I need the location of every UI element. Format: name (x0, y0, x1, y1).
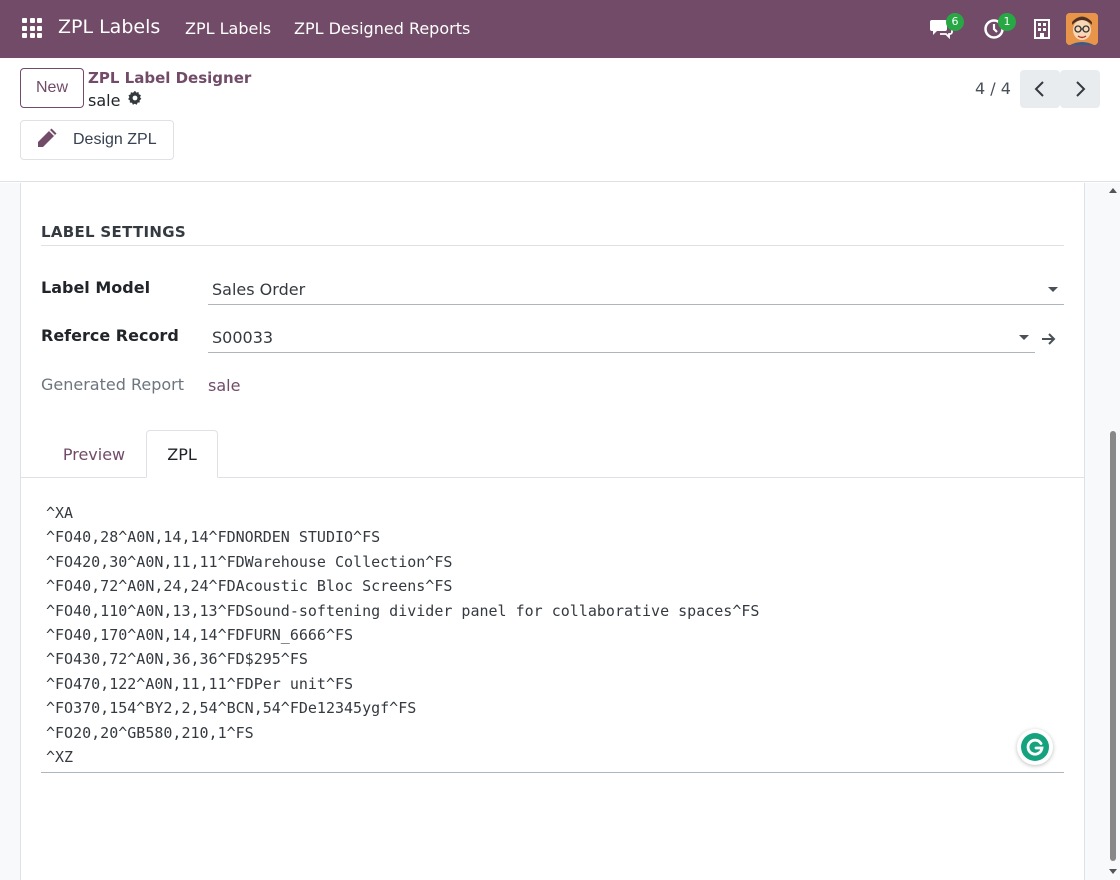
design-zpl-label: Design ZPL (73, 131, 157, 148)
reference-record-label: Referce Record (41, 326, 179, 345)
activities-badge: 1 (998, 13, 1016, 31)
breadcrumb-parent[interactable]: ZPL Label Designer (88, 69, 251, 87)
code-line: ^XZ (46, 748, 74, 766)
tab-zpl[interactable]: ZPL (146, 430, 218, 478)
reference-record-value: S00033 (212, 328, 274, 347)
top-navbar: ZPL Labels ZPL Labels ZPL Designed Repor… (0, 0, 1120, 58)
code-line: ^FO420,30^A0N,11,11^FDWarehouse Collecti… (46, 552, 453, 571)
code-line: ^FO20,20^GB580,210,1^FS (46, 723, 254, 742)
pager-value[interactable]: 4 / 4 (975, 79, 1011, 98)
generated-report-label: Generated Report (41, 375, 185, 394)
menu-zpl-labels[interactable]: ZPL Labels (185, 19, 271, 38)
reference-record-select[interactable]: S00033 (208, 323, 1035, 353)
label-model-value: Sales Order (212, 280, 306, 299)
code-line: ^FO370,154^BY2,2,54^BCN,54^FDe12345ygf^F… (46, 699, 417, 718)
design-zpl-button[interactable]: Design ZPL (20, 120, 174, 160)
label-model-select[interactable]: Sales Order (208, 275, 1064, 305)
code-line: ^FO40,72^A0N,24,24^FDAcoustic Bloc Scree… (46, 577, 453, 596)
chevron-left-icon (1034, 81, 1044, 97)
zpl-code-editor[interactable]: ^XA ^FO40,28^A0N,14,14^FDNORDEN STUDIO^F… (41, 501, 1064, 773)
scroll-up-icon[interactable] (1106, 185, 1120, 195)
code-line: ^XA (46, 504, 74, 522)
tab-preview[interactable]: Preview (42, 430, 146, 478)
dropdown-caret-icon[interactable] (1048, 287, 1058, 292)
scroll-thumb[interactable] (1110, 431, 1116, 861)
scroll-down-icon[interactable] (1106, 867, 1120, 877)
user-avatar[interactable] (1066, 13, 1098, 45)
form-content: LABEL SETTINGS Label Model Sales Order R… (0, 183, 1120, 880)
generated-report-link[interactable]: sale (208, 376, 240, 395)
scrollbar[interactable] (1106, 183, 1120, 880)
pager-previous-button[interactable] (1020, 70, 1060, 108)
label-model-label: Label Model (41, 278, 151, 297)
code-line: ^FO40,28^A0N,14,14^FDNORDEN STUDIO^FS (46, 528, 381, 547)
breadcrumb-current: sale (88, 90, 143, 110)
new-button[interactable]: New (20, 68, 84, 108)
code-line: ^FO430,72^A0N,36,36^FD$295^FS (46, 650, 308, 669)
code-line: ^FO470,122^A0N,11,11^FDPer unit^FS (46, 674, 354, 693)
dropdown-caret-icon[interactable] (1019, 335, 1029, 340)
messages-badge: 6 (946, 13, 964, 31)
code-line: ^FO40,110^A0N,13,13^FDSound-softening di… (46, 601, 760, 620)
arrow-right-icon[interactable] (1041, 331, 1057, 350)
menu-zpl-designed-reports[interactable]: ZPL Designed Reports (294, 19, 470, 38)
section-divider (41, 245, 1064, 246)
chevron-right-icon (1076, 81, 1086, 97)
control-panel: New ZPL Label Designer sale Design ZPL 4… (0, 58, 1120, 182)
form-sheet: LABEL SETTINGS Label Model Sales Order R… (20, 183, 1085, 880)
record-name: sale (88, 90, 121, 110)
apps-menu-icon[interactable] (22, 18, 42, 38)
gear-icon[interactable] (127, 90, 143, 110)
code-line: ^FO40,170^A0N,14,14^FDFURN_6666^FS (46, 626, 354, 644)
section-title: LABEL SETTINGS (41, 223, 186, 241)
app-brand[interactable]: ZPL Labels (58, 16, 160, 38)
grammarly-icon[interactable] (1017, 729, 1053, 765)
building-icon[interactable] (1034, 19, 1050, 43)
pencil-icon (35, 126, 59, 155)
pager-next-button[interactable] (1060, 70, 1100, 108)
